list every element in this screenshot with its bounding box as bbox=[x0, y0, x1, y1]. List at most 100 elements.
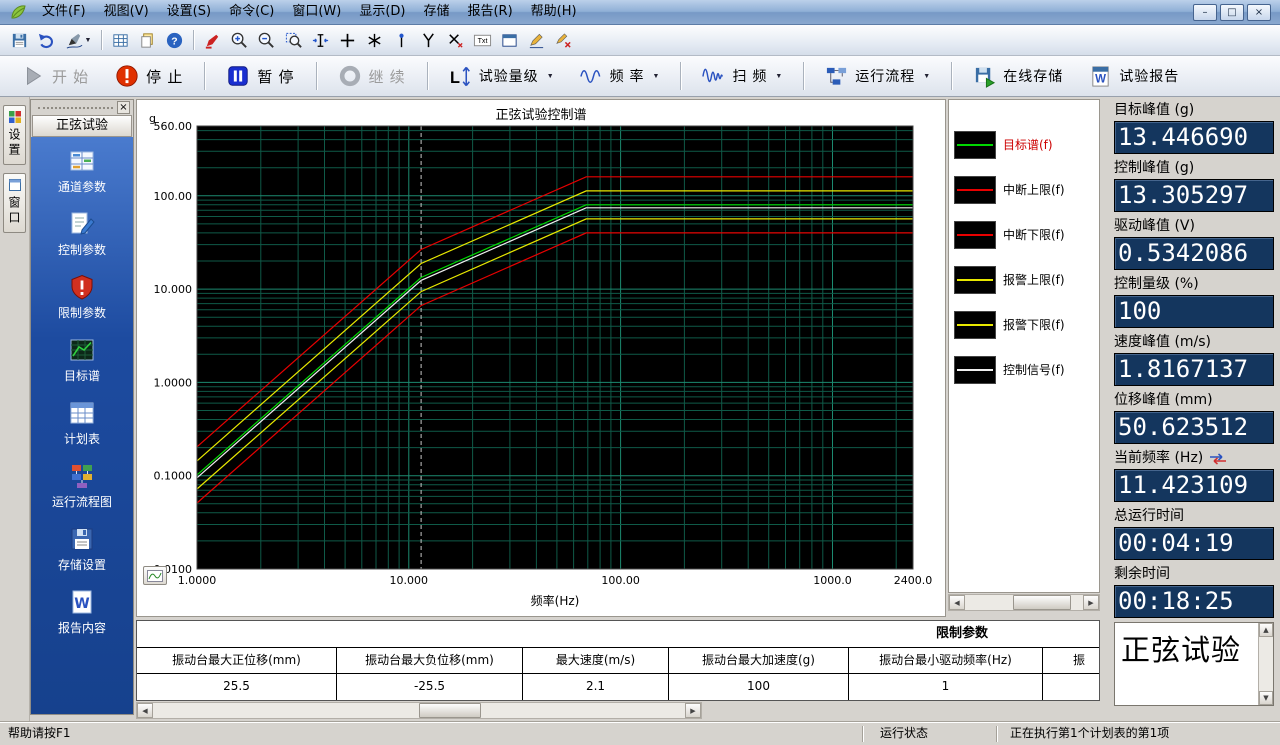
zoom-in-button[interactable] bbox=[226, 27, 253, 53]
sidebar-item-target-spectrum[interactable]: 目标谱 bbox=[36, 334, 128, 386]
dock-tab-window[interactable]: 窗口 bbox=[3, 173, 26, 233]
pen-style-button[interactable]: ▼ bbox=[60, 27, 96, 53]
stop-button[interactable]: 停 止 bbox=[102, 58, 196, 94]
zoom-out-button[interactable] bbox=[253, 27, 280, 53]
test-level-button[interactable]: L 试验量级 ▼ bbox=[436, 59, 567, 94]
sidebar-item-storage-settings[interactable]: 存储设置 bbox=[36, 523, 128, 575]
sidebar-item-limit-params[interactable]: 限制参数 bbox=[36, 271, 128, 323]
sidebar-item-schedule[interactable]: 计划表 bbox=[36, 397, 128, 449]
scroll-right-button[interactable]: ▶ bbox=[685, 703, 701, 718]
chart-display-mode-button[interactable] bbox=[143, 566, 167, 585]
save-button[interactable] bbox=[6, 27, 33, 53]
undo-button[interactable] bbox=[33, 27, 60, 53]
legend-line-sample bbox=[957, 189, 993, 191]
menu-window[interactable]: 窗口(W) bbox=[283, 0, 350, 24]
cursor-star-button[interactable] bbox=[361, 27, 388, 53]
vibration-controller-app: { "titlebar": { "menu": ["文件(F)", "视图(V)… bbox=[0, 0, 1280, 744]
toolbar-separator bbox=[427, 62, 428, 90]
annotate-erase-button[interactable] bbox=[550, 27, 577, 53]
annotate-pen-button[interactable] bbox=[523, 27, 550, 53]
sweep-button[interactable]: 扫 频 ▼ bbox=[689, 59, 795, 94]
limit-value-max-acceleration: 100 bbox=[669, 674, 849, 700]
maximize-button[interactable]: □ bbox=[1220, 4, 1244, 21]
grid-view-button[interactable] bbox=[107, 27, 134, 53]
sidebar-item-run-flow-chart[interactable]: 运行流程图 bbox=[36, 460, 128, 512]
sidebar-item-report-content[interactable]: W 报告内容 bbox=[36, 586, 128, 638]
readout-value-drive-peak: 0.5342086 bbox=[1114, 237, 1274, 270]
readout-label-text: 当前频率 (Hz) bbox=[1114, 448, 1203, 469]
pause-icon bbox=[226, 64, 250, 88]
resume-button[interactable]: 继 续 bbox=[325, 58, 419, 94]
cursor-ibeam-button[interactable] bbox=[307, 27, 334, 53]
cursor-add-button[interactable] bbox=[334, 27, 361, 53]
sweep-direction-icon[interactable] bbox=[1209, 453, 1227, 465]
panel-close-button[interactable]: × bbox=[117, 101, 130, 114]
svg-text:1.0000: 1.0000 bbox=[154, 376, 193, 389]
svg-text:W: W bbox=[1095, 73, 1106, 85]
legend-horizontal-scrollbar[interactable]: ◀ ▶ bbox=[948, 594, 1100, 611]
scroll-left-button[interactable]: ◀ bbox=[949, 595, 965, 610]
legend-item-abort-lower[interactable]: 中断下限(f) bbox=[949, 212, 1099, 257]
online-storage-icon bbox=[973, 65, 996, 88]
scroll-track[interactable] bbox=[153, 703, 685, 718]
legend-label: 控制信号(f) bbox=[1003, 361, 1065, 378]
dock-tab-settings[interactable]: 设置 bbox=[3, 105, 26, 165]
limit-value-max-pos-displacement: 25.5 bbox=[137, 674, 337, 700]
standard-toolbar: ▼ ? bbox=[0, 25, 1280, 56]
test-level-icon: L bbox=[449, 65, 472, 88]
legend-swatch bbox=[954, 311, 996, 339]
pause-button[interactable]: 暂 停 bbox=[213, 58, 307, 94]
table-horizontal-scrollbar[interactable]: ◀ ▶ bbox=[136, 702, 702, 719]
help-button[interactable]: ? bbox=[161, 27, 188, 53]
menu-file[interactable]: 文件(F) bbox=[33, 0, 95, 24]
toolbar-separator bbox=[316, 62, 317, 90]
menu-help[interactable]: 帮助(H) bbox=[522, 0, 586, 24]
scroll-thumb[interactable] bbox=[419, 703, 481, 718]
legend-item-alarm-upper[interactable]: 报警上限(f) bbox=[949, 257, 1099, 302]
frequency-button[interactable]: 频 率 ▼ bbox=[567, 59, 673, 94]
online-storage-button[interactable]: 在线存储 bbox=[960, 59, 1076, 94]
scroll-left-button[interactable]: ◀ bbox=[137, 703, 153, 718]
scroll-down-button[interactable]: ▼ bbox=[1259, 691, 1273, 705]
toolbar-separator bbox=[803, 62, 804, 90]
sidebar-item-control-params[interactable]: 控制参数 bbox=[36, 208, 128, 260]
panel-grip[interactable]: × bbox=[31, 100, 133, 115]
cursor-single-button[interactable] bbox=[388, 27, 415, 53]
legend-item-abort-upper[interactable]: 中断上限(f) bbox=[949, 167, 1099, 212]
window-annotation-button[interactable] bbox=[496, 27, 523, 53]
zoom-region-button[interactable] bbox=[280, 27, 307, 53]
minimize-button[interactable]: – bbox=[1193, 4, 1217, 21]
control-spectrum-plot[interactable]: 1.000010.000100.001000.02400.0560.00100.… bbox=[137, 100, 945, 616]
close-button[interactable]: × bbox=[1247, 4, 1271, 21]
menu-view[interactable]: 视图(V) bbox=[95, 0, 158, 24]
test-name-vertical-scrollbar[interactable]: ▲ ▼ bbox=[1258, 623, 1273, 705]
start-button[interactable]: 开 始 bbox=[8, 58, 102, 94]
menu-command[interactable]: 命令(C) bbox=[220, 0, 283, 24]
legend-item-target[interactable]: 目标谱(f) bbox=[949, 122, 1099, 167]
toolbar-separator bbox=[680, 62, 681, 90]
scroll-track[interactable] bbox=[965, 595, 1083, 610]
legend-item-alarm-lower[interactable]: 报警下限(f) bbox=[949, 302, 1099, 347]
grip-dots bbox=[38, 107, 113, 109]
legend-item-control-signal[interactable]: 控制信号(f) bbox=[949, 347, 1099, 392]
mini-waveform-icon bbox=[147, 570, 163, 582]
panel-title-tab[interactable]: 正弦试验 bbox=[32, 115, 132, 137]
scroll-up-button[interactable]: ▲ bbox=[1259, 623, 1273, 637]
run-flow-button[interactable]: 运行流程 ▼ bbox=[812, 59, 943, 94]
readout-label-remaining-time: 剩余时间 bbox=[1114, 564, 1274, 585]
menu-report[interactable]: 报告(R) bbox=[458, 0, 521, 24]
scroll-thumb[interactable] bbox=[1013, 595, 1071, 610]
test-report-button[interactable]: W 试验报告 bbox=[1076, 59, 1192, 94]
cursor-delete-button[interactable] bbox=[442, 27, 469, 53]
test-name-display[interactable]: 正弦试验 ▲ ▼ bbox=[1114, 622, 1274, 706]
text-annotation-button[interactable]: Txt bbox=[469, 27, 496, 53]
cursor-pair-button[interactable] bbox=[415, 27, 442, 53]
menu-settings[interactable]: 设置(S) bbox=[158, 0, 220, 24]
menu-display[interactable]: 显示(D) bbox=[350, 0, 414, 24]
menu-storage[interactable]: 存储 bbox=[414, 0, 458, 24]
limit-value-max-neg-displacement: -25.5 bbox=[337, 674, 523, 700]
copy-page-button[interactable] bbox=[134, 27, 161, 53]
sidebar-item-channel-params[interactable]: 通道参数 bbox=[36, 145, 128, 197]
scroll-right-button[interactable]: ▶ bbox=[1083, 595, 1099, 610]
marker-pen-button[interactable] bbox=[199, 27, 226, 53]
